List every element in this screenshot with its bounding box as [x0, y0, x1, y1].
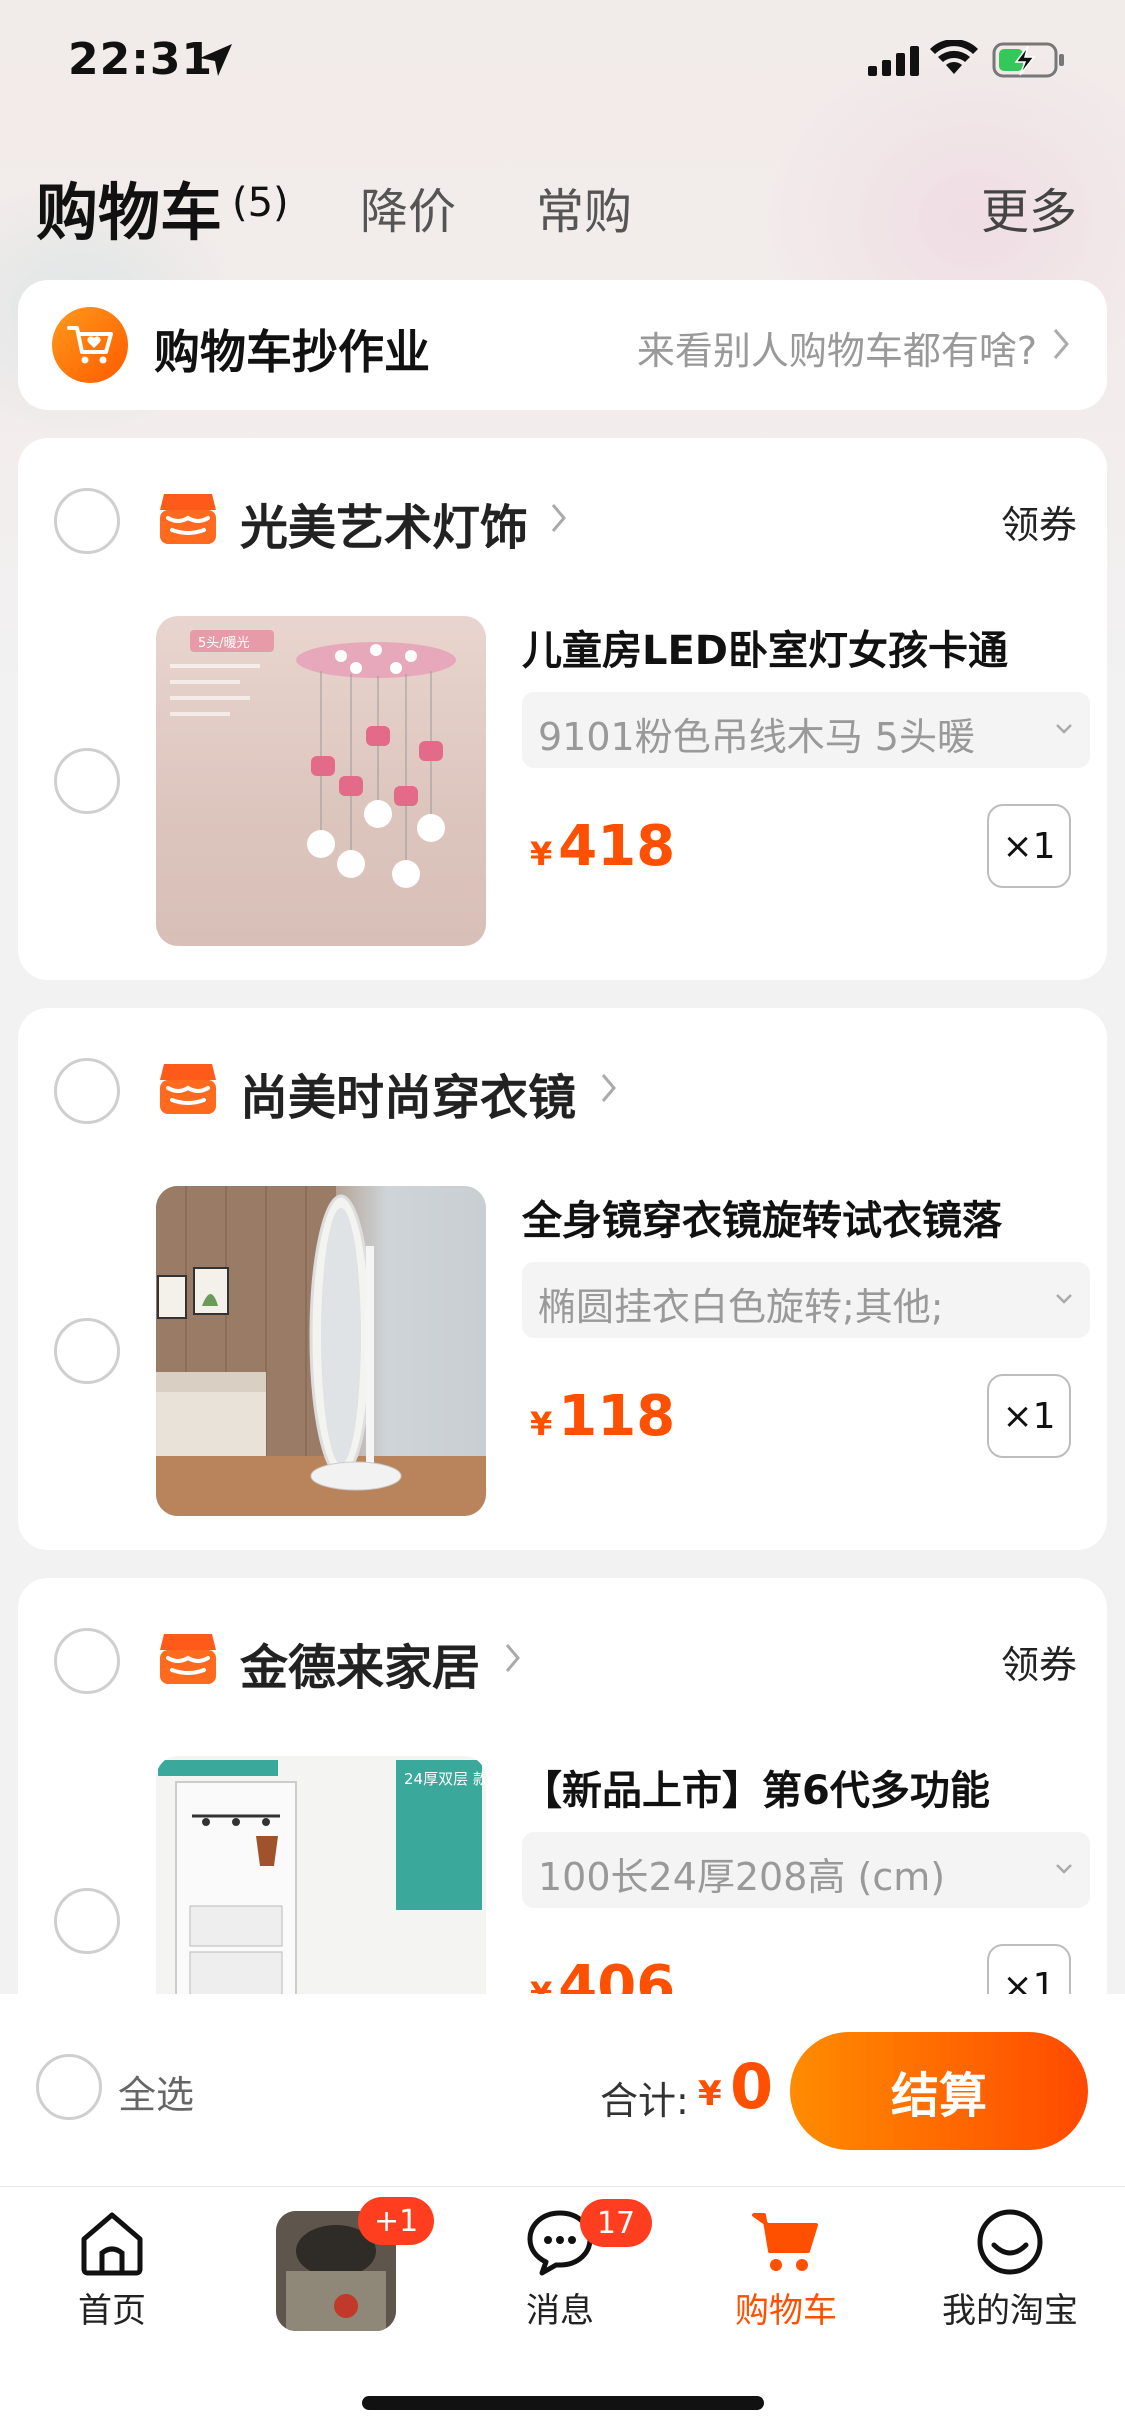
cart-homework-banner[interactable]: 购物车抄作业 来看别人购物车都有啥?: [18, 280, 1107, 410]
coupon-button[interactable]: 领券: [1001, 1634, 1077, 1689]
price-value: 418: [558, 814, 676, 879]
location-arrow-icon: [200, 44, 232, 76]
item-title[interactable]: 【新品上市】第6代多功能: [522, 1758, 1072, 1816]
shop-card: 尚美时尚穿衣镜 全身镜穿衣镜旋转试衣镜落 椭圆挂衣白色旋转;其他; ¥ 118 …: [18, 1008, 1107, 1550]
shop-name[interactable]: 金德来家居: [240, 1628, 480, 1698]
total-currency: ¥: [698, 2074, 722, 2114]
chevron-down-icon: [1056, 1294, 1072, 1304]
item-price: ¥118: [530, 1384, 675, 1449]
item-select-radio[interactable]: [54, 1318, 120, 1384]
tab-home[interactable]: 首页: [12, 2207, 212, 2332]
item-select-radio[interactable]: [54, 1888, 120, 1954]
thumb-tag: 24厚双层 款式尺寸: [404, 1770, 486, 1788]
standing-mirror-image: [156, 1186, 486, 1516]
item-select-radio[interactable]: [54, 748, 120, 814]
tab-cart[interactable]: 购物车: [686, 2207, 886, 2332]
select-all-radio[interactable]: [36, 2054, 102, 2120]
tab-home-label: 首页: [78, 2291, 146, 2331]
tab-cart-label: 购物车: [735, 2291, 837, 2331]
sku-text: 100长24厚208高 (cm): [538, 1855, 946, 1899]
quantity-stepper[interactable]: ×1: [987, 1374, 1071, 1458]
chevron-right-icon: [601, 1074, 616, 1102]
chevron-down-icon: [1056, 724, 1072, 734]
chevron-right-icon: [1053, 329, 1069, 359]
smile-face-icon: [977, 2209, 1043, 2275]
checkout-bar: 全选 合计: ¥ 0 结算: [0, 1994, 1125, 2186]
shop-icon: [160, 1064, 216, 1114]
cellular-signal-icon: [868, 46, 919, 76]
sku-selector[interactable]: 9101粉色吊线木马 5头暖: [522, 692, 1090, 768]
item-title[interactable]: 全身镜穿衣镜旋转试衣镜落: [522, 1188, 1072, 1246]
sku-text: 9101粉色吊线木马 5头暖: [538, 715, 975, 759]
banner-link: 来看别人购物车都有啥?: [636, 329, 1037, 373]
home-indicator: [362, 2396, 764, 2410]
chevron-right-icon: [551, 504, 566, 532]
total-value: 0: [730, 2050, 774, 2123]
wifi-icon: [930, 40, 978, 74]
product-thumbnail[interactable]: [156, 1186, 486, 1516]
select-all-label[interactable]: 全选: [118, 2064, 194, 2119]
price-value: 118: [558, 1384, 676, 1449]
page-title: 购物车: [36, 176, 223, 249]
coupon-button[interactable]: 领券: [1001, 494, 1077, 549]
shop-select-radio[interactable]: [54, 1628, 120, 1694]
ceiling-lamp-image: 5头/暖光: [170, 630, 456, 888]
product-thumbnail[interactable]: 5头/暖光: [156, 616, 486, 946]
currency-symbol: ¥: [530, 1405, 553, 1443]
chevron-right-icon: [505, 1644, 520, 1672]
cart-header: 购物车 (5) 降价 常购 更多: [0, 150, 1125, 250]
total-label: 合计:: [600, 2079, 689, 2123]
quantity-stepper[interactable]: ×1: [987, 804, 1071, 888]
shop-card: 光美艺术灯饰 领券 5头/暖光 儿童房LED卧室灯女孩卡通 9101粉色吊线木马…: [18, 438, 1107, 980]
tab-mine-label: 我的淘宝: [942, 2291, 1078, 2331]
status-time: 22:31: [68, 34, 214, 85]
sku-selector[interactable]: 100长24厚208高 (cm): [522, 1832, 1090, 1908]
checkout-button[interactable]: 结算: [790, 2032, 1088, 2150]
thumb-tag: 5头/暖光: [198, 636, 250, 651]
shop-name[interactable]: 光美艺术灯饰: [240, 488, 528, 558]
messages-badge: 17: [580, 2199, 652, 2247]
more-button[interactable]: 更多: [981, 172, 1077, 242]
tab-price-drop[interactable]: 降价: [360, 172, 456, 242]
battery-charging-icon: [992, 42, 1064, 78]
cart-heart-icon: [52, 307, 128, 383]
tab-mine[interactable]: 我的淘宝: [910, 2207, 1110, 2332]
currency-symbol: ¥: [530, 835, 553, 873]
status-bar: 22:31: [0, 0, 1125, 130]
shop-icon: [160, 1634, 216, 1684]
tab-frequent-buys[interactable]: 常购: [536, 172, 632, 242]
shop-name[interactable]: 尚美时尚穿衣镜: [240, 1058, 576, 1128]
item-title[interactable]: 儿童房LED卧室灯女孩卡通: [522, 618, 1072, 676]
cart-icon: [752, 2213, 818, 2271]
cart-page: 22:31 购物车 (5) 降价 常购 更多 购物车抄作业 来看别人购物车都有啥…: [0, 0, 1125, 2436]
sku-selector[interactable]: 椭圆挂衣白色旋转;其他;: [522, 1262, 1090, 1338]
tab-messages-label: 消息: [526, 2291, 594, 2331]
home-icon: [81, 2212, 143, 2276]
sku-text: 椭圆挂衣白色旋转;其他;: [538, 1285, 944, 1329]
cart-count: (5): [232, 180, 289, 226]
shop-select-radio[interactable]: [54, 488, 120, 554]
banner-title: 购物车抄作业: [154, 325, 430, 379]
shop-select-radio[interactable]: [54, 1058, 120, 1124]
item-price: ¥418: [530, 814, 675, 879]
shop-icon: [160, 494, 216, 544]
chevron-down-icon: [1056, 1864, 1072, 1874]
feed-badge: +1: [358, 2197, 435, 2245]
